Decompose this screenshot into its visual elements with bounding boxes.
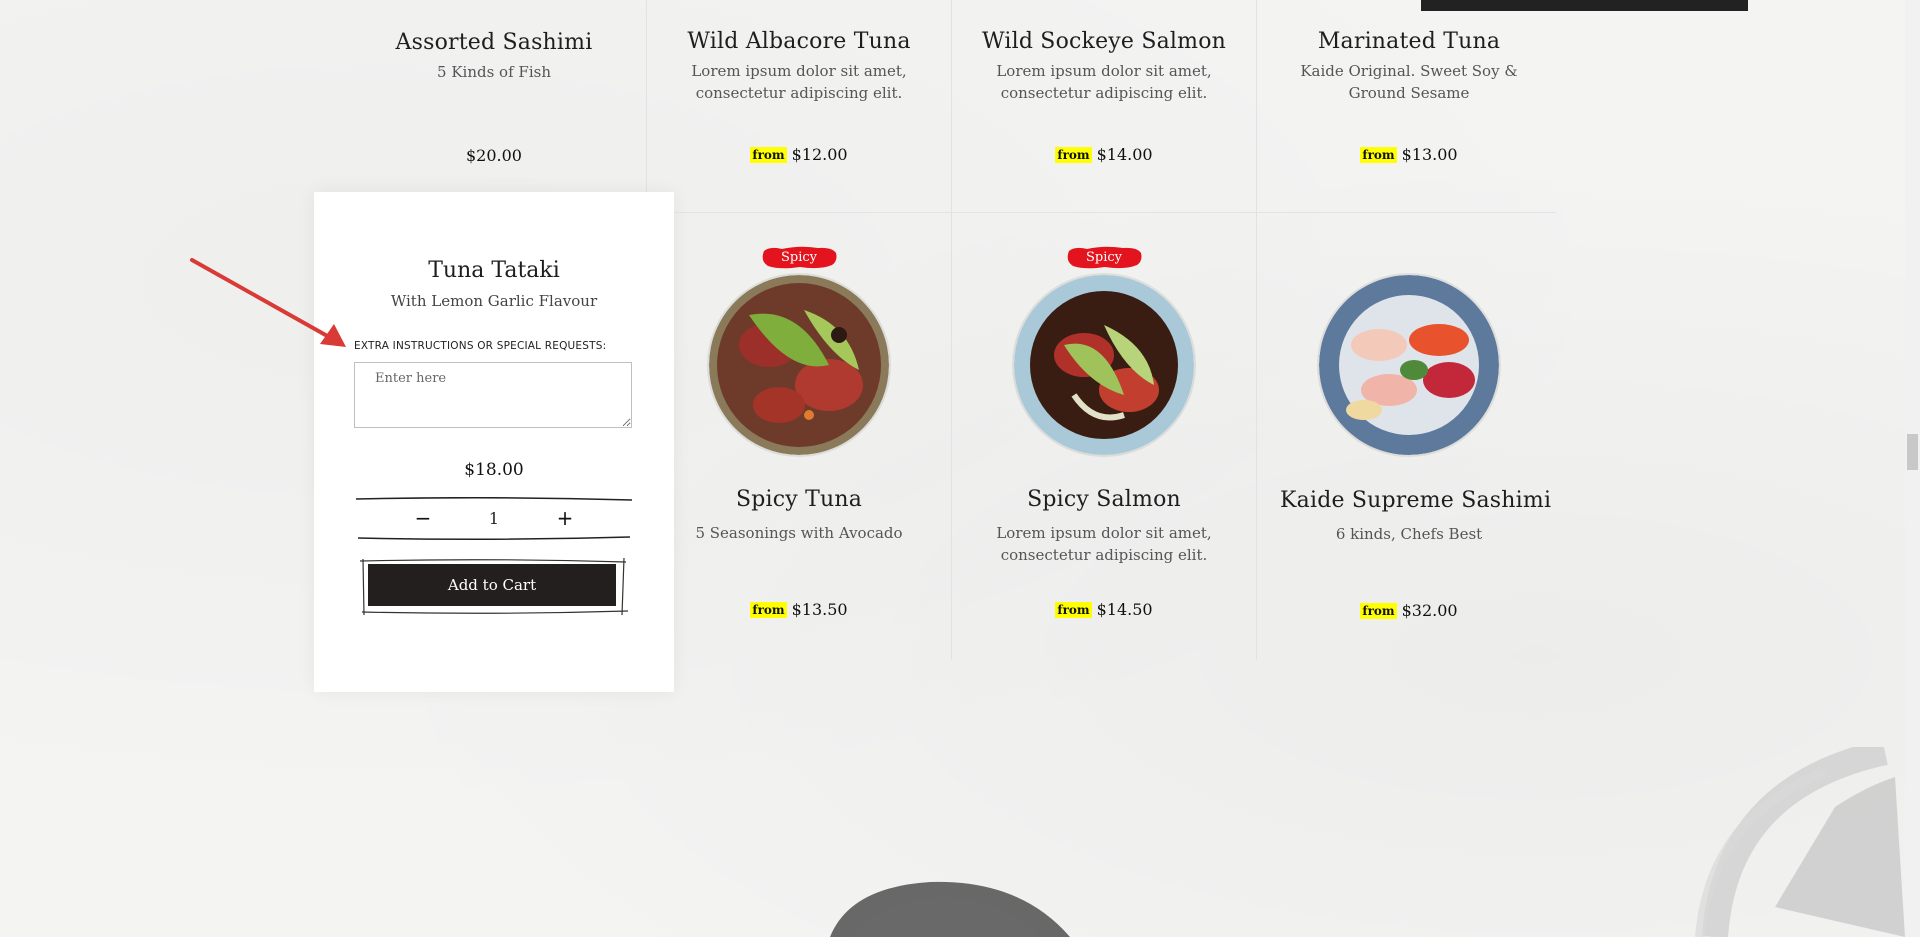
grid-divider [674, 212, 1556, 213]
from-label: from [1055, 602, 1092, 618]
annotation-arrow [190, 258, 346, 347]
dish-photo-kaide-supreme-sashimi [1319, 275, 1499, 455]
scrollbar-thumb[interactable] [1907, 434, 1918, 470]
from-label: from [750, 147, 787, 163]
menu-item-assorted-sashimi[interactable]: Assorted Sashimi 5 Kinds of Fish $20.00 [344, 30, 644, 170]
top-dark-bar [1421, 0, 1748, 11]
item-price: from $14.50 [1055, 600, 1153, 619]
spicy-badge: Spicy [760, 245, 838, 271]
item-price: from $14.00 [1055, 145, 1153, 164]
add-to-cart-button[interactable]: Add to Cart [368, 564, 616, 606]
menu-item-spicy-salmon[interactable]: Spicy Spicy Salmon Lorem ipsum dolor sit… [975, 240, 1233, 630]
menu-item-kaide-supreme-sashimi[interactable]: Kaide Supreme Sashimi 6 kinds, Chefs Bes… [1280, 240, 1552, 630]
item-description: Lorem ipsum dolor sit amet, consectetur … [996, 524, 1212, 564]
grid-divider [951, 0, 952, 660]
item-name: Spicy Salmon [1027, 487, 1181, 512]
item-description: Lorem ipsum dolor sit amet, consectetur … [691, 62, 907, 102]
grid-divider [646, 0, 647, 195]
quantity-stepper: − 1 + [354, 497, 634, 541]
quantity-value[interactable]: 1 [464, 509, 524, 528]
quantity-increase-button[interactable]: + [552, 506, 578, 532]
menu-item-spicy-tuna[interactable]: Spicy Spicy Tuna 5 Seasonings with Avoca… [670, 240, 928, 630]
menu-item-wild-sockeye-salmon[interactable]: Wild Sockeye Salmon Lorem ipsum dolor si… [975, 29, 1233, 169]
decorative-ink-sushi [830, 881, 1070, 937]
spicy-badge: Spicy [1065, 245, 1143, 271]
item-name: Marinated Tuna [1317, 29, 1501, 54]
product-detail-card: Tuna Tataki With Lemon Garlic Flavour EX… [314, 192, 674, 692]
grid-divider [1256, 0, 1257, 660]
menu-item-marinated-tuna[interactable]: Marinated Tuna Kaide Original. Sweet Soy… [1280, 29, 1538, 169]
item-description: 6 kinds, Chefs Best [1335, 525, 1483, 543]
item-price: from $13.50 [750, 600, 848, 619]
instructions-label: EXTRA INSTRUCTIONS OR SPECIAL REQUESTS: [354, 340, 607, 352]
from-label: from [1360, 147, 1397, 163]
dish-photo-spicy-salmon [1014, 275, 1194, 455]
product-name: Tuna Tataki [428, 258, 560, 283]
item-description: Lorem ipsum dolor sit amet, consectetur … [996, 62, 1212, 102]
item-name: Spicy Tuna [735, 487, 863, 512]
product-price: $18.00 [464, 460, 524, 480]
item-name: Kaide Supreme Sashimi [1280, 488, 1552, 513]
item-price: $20.00 [466, 146, 522, 165]
item-name: Wild Albacore Tuna [687, 29, 911, 54]
decorative-ink-circle [1695, 747, 1905, 937]
dish-photo-spicy-tuna [709, 275, 889, 455]
item-description: Kaide Original. Sweet Soy & Ground Sesam… [1300, 62, 1518, 102]
from-label: from [1055, 147, 1092, 163]
item-name: Assorted Sashimi [395, 30, 593, 55]
item-name: Wild Sockeye Salmon [981, 29, 1227, 54]
item-price: from $32.00 [1360, 601, 1458, 620]
item-price: from $12.00 [750, 145, 848, 164]
menu-item-wild-albacore-tuna[interactable]: Wild Albacore Tuna Lorem ipsum dolor sit… [670, 29, 928, 169]
instructions-textarea[interactable] [354, 362, 632, 428]
product-subtitle: With Lemon Garlic Flavour [390, 292, 598, 310]
quantity-decrease-button[interactable]: − [410, 506, 436, 532]
item-description: 5 Kinds of Fish [437, 63, 551, 81]
item-price: from $13.00 [1360, 145, 1458, 164]
from-label: from [1360, 603, 1397, 619]
add-to-cart-frame: Add to Cart [360, 557, 628, 617]
from-label: from [750, 602, 787, 618]
page-background [0, 0, 1920, 937]
item-description: 5 Seasonings with Avocado [695, 524, 903, 542]
